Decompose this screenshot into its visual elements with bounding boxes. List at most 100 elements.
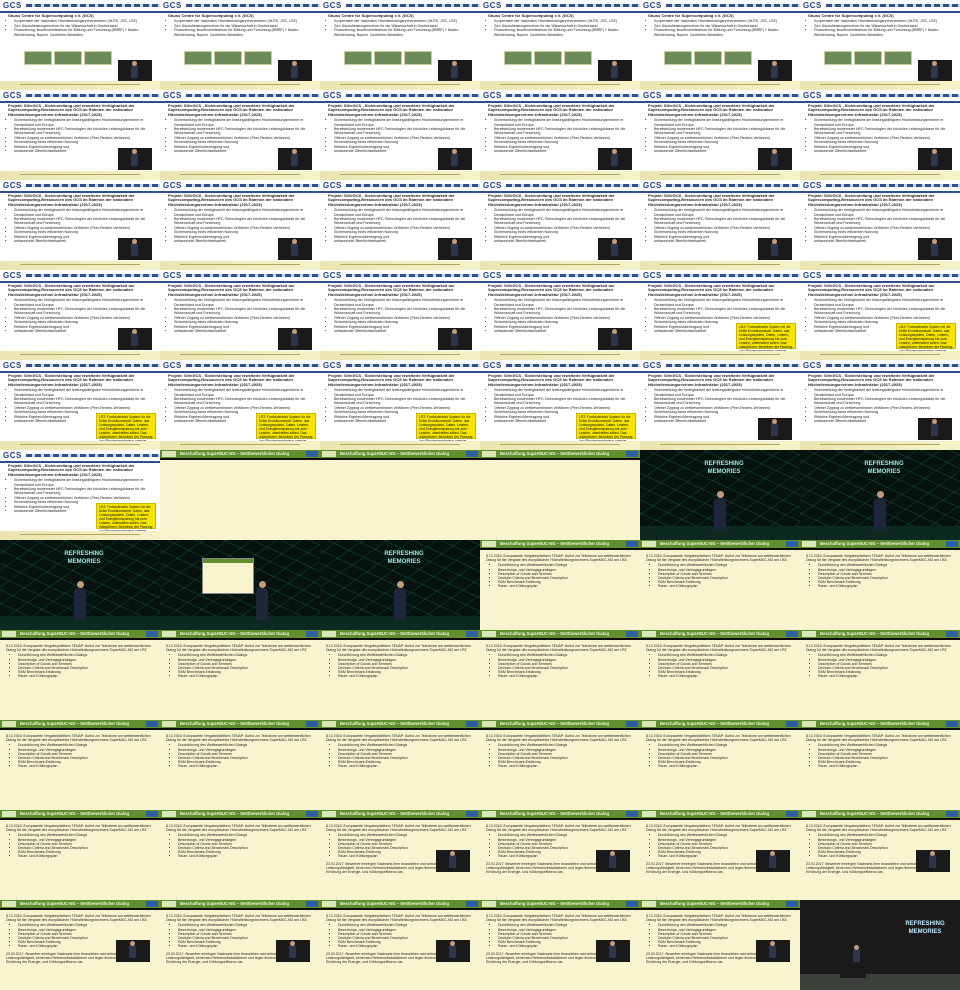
header-title: Beschaffung SuperMUC-NG – Wettbewerblich…: [820, 811, 930, 816]
slide-lrz-header-only[interactable]: Beschaffung SuperMUC-NG – Wettbewerblich…: [320, 450, 480, 540]
slide-sivegcs[interactable]: GCS Projekt: SiVeGCS - Sicherstellung un…: [0, 180, 160, 270]
slide-lrz-dialog[interactable]: Beschaffung SuperMUC-NG – Wettbewerblich…: [800, 630, 960, 720]
gcs-logo: GCS: [323, 1, 342, 10]
slide-lrz-dialog[interactable]: Beschaffung SuperMUC-NG – Wettbewerblich…: [480, 540, 640, 630]
slide-lrz-dialog[interactable]: Beschaffung SuperMUC-NG – Wettbewerblich…: [0, 630, 160, 720]
gcs-logo: GCS: [163, 91, 182, 100]
header-title: Beschaffung SuperMUC-NG – Wettbewerblich…: [500, 631, 610, 636]
slide-sivegcs[interactable]: GCS Projekt: SiVeGCS - Sicherstellung un…: [480, 90, 640, 180]
slide-lrz-dialog[interactable]: Beschaffung SuperMUC-NG – Wettbewerblich…: [160, 720, 320, 810]
lrz-header: Beschaffung SuperMUC-NG – Wettbewerblich…: [800, 810, 960, 820]
slide-sivegcs[interactable]: GCS Projekt: SiVeGCS - Sicherstellung un…: [640, 360, 800, 450]
stage-view[interactable]: REFRESHING MEMORIES: [320, 540, 480, 630]
slide-sivegcs[interactable]: GCS Projekt: SiVeGCS - Sicherstellung un…: [800, 360, 960, 450]
lrz-logo-right: [626, 451, 638, 457]
slide-lrz-dialog-note[interactable]: Beschaffung SuperMUC-NG – Wettbewerblich…: [480, 900, 640, 990]
bullet: Bereitstellung modernster HPC-Technologi…: [814, 127, 956, 136]
slide-lrz-dialog[interactable]: Beschaffung SuperMUC-NG – Wettbewerblich…: [160, 810, 320, 900]
gcs-logo: GCS: [163, 181, 182, 190]
slide-sivegcs[interactable]: GCS Projekt: SiVeGCS - Sicherstellung un…: [480, 270, 640, 360]
slide-lrz-header-only[interactable]: Beschaffung SuperMUC-NG – Wettbewerblich…: [160, 450, 320, 540]
stage-wide-shot[interactable]: REFRESHING MEMORIES: [800, 900, 960, 990]
slide-sivegcs-note[interactable]: GCS Projekt: SiVeGCS - Sicherstellung un…: [160, 360, 320, 450]
bullet: Sicherstellung der Verfügbarkeit der lei…: [174, 298, 316, 307]
slide-sivegcs[interactable]: GCS Projekt: SiVeGCS - Sicherstellung un…: [320, 180, 480, 270]
slide-sivegcs[interactable]: GCS Projekt: SiVeGCS - Sicherstellung un…: [160, 270, 320, 360]
slide-lrz-dialog[interactable]: Beschaffung SuperMUC-NG – Wettbewerblich…: [320, 720, 480, 810]
slide-lrz-dialog[interactable]: Beschaffung SuperMUC-NG – Wettbewerblich…: [480, 630, 640, 720]
gcs-logo: GCS: [323, 271, 342, 280]
slide-lrz-dialog-note[interactable]: Beschaffung SuperMUC-NG – Wettbewerblich…: [640, 900, 800, 990]
slide-lrz-dialog[interactable]: Beschaffung SuperMUC-NG – Wettbewerblich…: [480, 720, 640, 810]
stage-view[interactable]: REFRESHING MEMORIES: [0, 540, 160, 630]
slide-sivegcs-note[interactable]: GCS Projekt: SiVeGCS - Sicherstellung un…: [320, 360, 480, 450]
lrz-logo-left: [482, 721, 496, 727]
lrz-logo-left: [2, 631, 16, 637]
stage-view[interactable]: REFRESHING MEMORIES: [800, 450, 960, 540]
slide-lrz-dialog-note[interactable]: Beschaffung SuperMUC-NG – Wettbewerblich…: [320, 900, 480, 990]
slide-sivegcs[interactable]: GCS Projekt: SiVeGCS - Sicherstellung un…: [640, 180, 800, 270]
slide-gcs-overview[interactable]: GCS Gauss Centre for Supercomputing e.V.…: [480, 0, 640, 90]
slide-text: 8.12.2016: Europaweite Vergabeplattform …: [6, 734, 151, 743]
slide-gcs-overview[interactable]: GCS Gauss Centre for Supercomputing e.V.…: [160, 0, 320, 90]
slide-lrz-dialog-note[interactable]: Beschaffung SuperMUC-NG – Wettbewerblich…: [160, 900, 320, 990]
stage-view[interactable]: REFRESHING MEMORIES: [640, 450, 800, 540]
slide-sivegcs[interactable]: GCS Projekt: SiVeGCS - Sicherstellung un…: [800, 90, 960, 180]
slide-lrz-dialog-note[interactable]: Beschaffung SuperMUC-NG – Wettbewerblich…: [640, 810, 800, 900]
slide-body: Gauss Centre for Supercomputing e.V. (GC…: [488, 13, 636, 37]
bullet-list: Kooperation der nationalen Höchstleistun…: [328, 19, 476, 37]
slide-title: Projekt: SiVeGCS - Sicherstellung und er…: [8, 103, 135, 117]
slide-lrz-dialog[interactable]: Beschaffung SuperMUC-NG – Wettbewerblich…: [0, 720, 160, 810]
slide-sivegcs-note[interactable]: GCS Projekt: SiVeGCS - Sicherstellung un…: [640, 270, 800, 360]
slide-lrz-dialog[interactable]: Beschaffung SuperMUC-NG – Wettbewerblich…: [640, 540, 800, 630]
slide-gcs-overview[interactable]: GCS Gauss Centre for Supercomputing e.V.…: [0, 0, 160, 90]
slide-lrz-dialog-note[interactable]: Beschaffung SuperMUC-NG – Wettbewerblich…: [0, 900, 160, 990]
slide-lrz-dialog[interactable]: Beschaffung SuperMUC-NG – Wettbewerblich…: [160, 630, 320, 720]
slide-lrz-dialog[interactable]: Beschaffung SuperMUC-NG – Wettbewerblich…: [800, 540, 960, 630]
stage-with-screen[interactable]: [160, 540, 320, 630]
slide-body: Projekt: SiVeGCS - Sicherstellung und er…: [8, 103, 156, 153]
slide-body: Projekt: SiVeGCS - Sicherstellung und er…: [488, 103, 636, 153]
slide-lrz-dialog-note[interactable]: Beschaffung SuperMUC-NG – Wettbewerblich…: [320, 810, 480, 900]
slide-title: Projekt: SiVeGCS - Sicherstellung und er…: [168, 283, 295, 297]
slide-body: Gauss Centre for Supercomputing e.V. (GC…: [808, 13, 956, 37]
slide-sivegcs[interactable]: GCS Projekt: SiVeGCS - Sicherstellung un…: [800, 180, 960, 270]
lrz-header: Beschaffung SuperMUC-NG – Wettbewerblich…: [640, 630, 800, 640]
slide-sivegcs[interactable]: GCS Projekt: SiVeGCS - Sicherstellung un…: [0, 270, 160, 360]
slide-footer: [640, 81, 800, 90]
slide-body: Projekt: SiVeGCS - Sicherstellung und er…: [808, 193, 956, 243]
slide-text: 8.12.2016: Europaweite Vergabeplattform …: [326, 734, 471, 743]
slide-lrz-dialog[interactable]: Beschaffung SuperMUC-NG – Wettbewerblich…: [640, 630, 800, 720]
slide-lrz-dialog[interactable]: Beschaffung SuperMUC-NG – Wettbewerblich…: [640, 720, 800, 810]
slide-lrz-dialog[interactable]: Beschaffung SuperMUC-NG – Wettbewerblich…: [0, 810, 160, 900]
slide-sivegcs-note[interactable]: GCS Projekt: SiVeGCS - Sicherstellung un…: [480, 360, 640, 450]
slide-sivegcs[interactable]: GCS Projekt: SiVeGCS - Sicherstellung un…: [480, 180, 640, 270]
slide-title: Projekt: SiVeGCS - Sicherstellung und er…: [648, 193, 775, 207]
gcs-logo: GCS: [803, 1, 822, 10]
slide-lrz-dialog-note[interactable]: Beschaffung SuperMUC-NG – Wettbewerblich…: [800, 810, 960, 900]
slide-sivegcs-note[interactable]: GCS Projekt: SiVeGCS - Sicherstellung un…: [800, 270, 960, 360]
slide-gcs-overview[interactable]: GCS Gauss Centre for Supercomputing e.V.…: [800, 0, 960, 90]
bullet: Finanzierung: Bundesministerium für Bild…: [814, 28, 956, 37]
bullet: Finanzierung: Bundesministerium für Bild…: [334, 28, 476, 37]
slide-footer: [160, 351, 320, 360]
slide-sivegcs[interactable]: GCS Projekt: SiVeGCS - Sicherstellung un…: [320, 90, 480, 180]
slide-sivegcs[interactable]: GCS Projekt: SiVeGCS - Sicherstellung un…: [640, 90, 800, 180]
slide-gcs-overview[interactable]: GCS Gauss Centre for Supercomputing e.V.…: [320, 0, 480, 90]
slide-sivegcs-note[interactable]: GCS Projekt: SiVeGCS - Sicherstellung un…: [0, 450, 160, 540]
slide-sivegcs[interactable]: GCS Projekt: SiVeGCS - Sicherstellung un…: [320, 270, 480, 360]
yellow-note: LRZ: Fortlaufendes System für die Dritte…: [576, 413, 636, 443]
bullet: Bereitstellung modernster HPC-Technologi…: [14, 487, 156, 496]
slide-sivegcs[interactable]: GCS Projekt: SiVeGCS - Sicherstellung un…: [160, 90, 320, 180]
slide-gcs-overview[interactable]: GCS Gauss Centre for Supercomputing e.V.…: [640, 0, 800, 90]
slide-sivegcs-note[interactable]: GCS Projekt: SiVeGCS - Sicherstellung un…: [0, 360, 160, 450]
speaker-inset: [918, 418, 952, 440]
slide-lrz-dialog[interactable]: Beschaffung SuperMUC-NG – Wettbewerblich…: [320, 630, 480, 720]
slide-lrz-header-only[interactable]: Beschaffung SuperMUC-NG – Wettbewerblich…: [480, 450, 640, 540]
slide-footer: [480, 81, 640, 90]
slide-sivegcs[interactable]: GCS Projekt: SiVeGCS - Sicherstellung un…: [160, 180, 320, 270]
slide-lrz-dialog[interactable]: Beschaffung SuperMUC-NG – Wettbewerblich…: [800, 720, 960, 810]
slide-sivegcs[interactable]: GCS Projekt: SiVeGCS - Sicherstellung un…: [0, 90, 160, 180]
gcs-logo: GCS: [323, 361, 342, 370]
slide-lrz-dialog-note[interactable]: Beschaffung SuperMUC-NG – Wettbewerblich…: [480, 810, 640, 900]
